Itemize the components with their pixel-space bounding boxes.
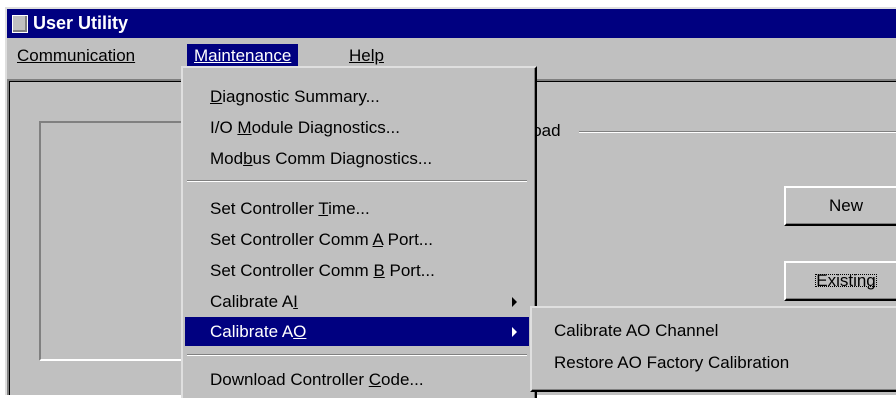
item-accel: C bbox=[368, 370, 382, 389]
item-text: ime... bbox=[328, 199, 370, 218]
item-text: Download Controller bbox=[210, 370, 369, 389]
menu-communication[interactable]: Communication bbox=[10, 44, 142, 68]
menu-item-set-comm-b-port[interactable]: Set Controller Comm B Port... bbox=[185, 256, 529, 285]
item-accel: O bbox=[293, 322, 307, 341]
new-button-label: New bbox=[828, 196, 863, 215]
item-accel: b bbox=[243, 149, 253, 168]
app-icon[interactable] bbox=[12, 15, 28, 33]
item-accel: I bbox=[293, 292, 298, 311]
window-title: User Utility bbox=[33, 13, 129, 33]
item-accel: T bbox=[318, 199, 329, 218]
calibrate-ao-submenu: Calibrate AO Channel Restore AO Factory … bbox=[530, 306, 896, 392]
item-text: I/O bbox=[210, 118, 238, 137]
menu-separator bbox=[187, 180, 527, 182]
menu-help[interactable]: Help bbox=[342, 44, 391, 68]
item-accel: A bbox=[372, 230, 383, 249]
item-accel: B bbox=[373, 261, 385, 280]
menu-maintenance-label: Maintenance bbox=[194, 46, 292, 65]
menu-item-download-controller-code[interactable]: Download Controller Code... bbox=[185, 365, 529, 394]
item-text: Port... bbox=[382, 230, 433, 249]
submenu-item-calibrate-ao-channel[interactable]: Calibrate AO Channel bbox=[554, 316, 718, 345]
menu-help-label: Help bbox=[349, 46, 384, 65]
submenu-item-restore-ao-factory-calibration[interactable]: Restore AO Factory Calibration bbox=[554, 348, 789, 377]
submenu-arrow-icon bbox=[512, 297, 517, 307]
item-text: odule Diagnostics... bbox=[251, 118, 400, 137]
title-bar: User Utility bbox=[7, 9, 896, 38]
item-text: us Comm Diagnostics... bbox=[252, 149, 433, 168]
item-text: Set Controller bbox=[210, 199, 319, 218]
submenu-arrow-icon bbox=[512, 327, 517, 337]
item-text: ode... bbox=[381, 370, 424, 389]
menu-separator bbox=[187, 354, 527, 356]
menu-maintenance[interactable]: Maintenance bbox=[187, 44, 299, 68]
item-text: Mod bbox=[210, 149, 244, 168]
menu-item-set-comm-a-port[interactable]: Set Controller Comm A Port... bbox=[185, 225, 529, 254]
menu-item-calibrate-ai[interactable]: Calibrate AI bbox=[185, 287, 529, 316]
existing-button-label: Existing bbox=[812, 271, 880, 290]
menu-item-io-module-diagnostics[interactable]: I/O Module Diagnostics... bbox=[185, 113, 529, 142]
maintenance-dropdown: Diagnostic Summary... I/O Module Diagnos… bbox=[181, 66, 537, 398]
menu-item-calibrate-ao[interactable]: Calibrate AO bbox=[185, 317, 529, 346]
menu-communication-label: Communication bbox=[17, 46, 136, 65]
item-text: Port... bbox=[384, 261, 435, 280]
menu-item-set-controller-time[interactable]: Set Controller Time... bbox=[185, 194, 529, 223]
item-text: Set Controller Comm bbox=[210, 230, 373, 249]
menu-item-modbus-comm-diagnostics[interactable]: Modbus Comm Diagnostics... bbox=[185, 144, 529, 173]
group-border bbox=[579, 131, 896, 133]
item-text: Set Controller Comm bbox=[210, 261, 374, 280]
download-group: nload bbox=[519, 121, 896, 141]
existing-button[interactable]: Existing bbox=[784, 261, 896, 301]
new-button[interactable]: New bbox=[784, 186, 896, 226]
menu-item-diagnostic-summary[interactable]: Diagnostic Summary... bbox=[185, 82, 529, 111]
item-text: Calibrate A bbox=[210, 292, 294, 311]
item-accel: M bbox=[237, 118, 252, 137]
item-text: Calibrate A bbox=[210, 322, 294, 341]
item-accel: D bbox=[210, 87, 223, 106]
item-text: iagnostic Summary... bbox=[222, 87, 380, 106]
